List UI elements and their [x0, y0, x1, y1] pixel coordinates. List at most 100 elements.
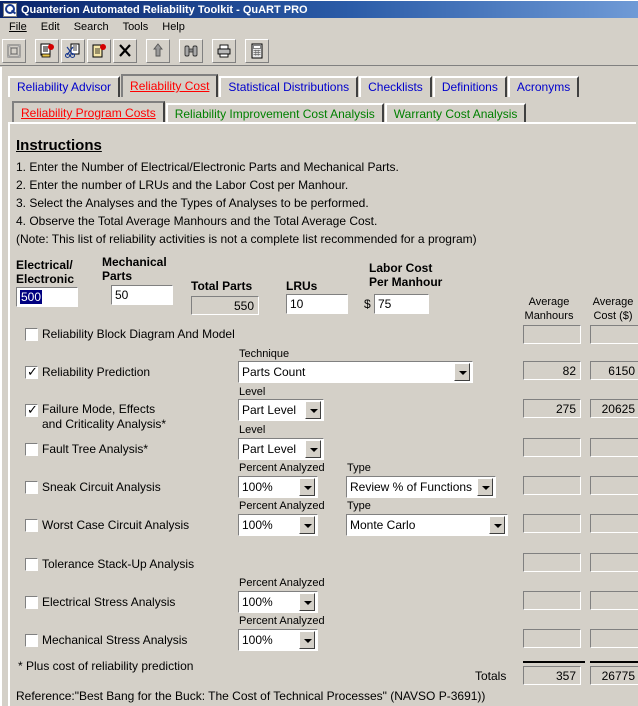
- checkbox-sneak-circuit-analysis[interactable]: [25, 481, 38, 494]
- label-fault-tree-analysis: Fault Tree Analysis*: [42, 442, 149, 456]
- label-type-sneak: Type: [347, 462, 371, 474]
- menu-help-label: Help: [162, 20, 185, 33]
- delete-button[interactable]: [113, 38, 137, 63]
- checkbox-reliability-prediction[interactable]: ✓: [25, 365, 38, 379]
- calculator-button[interactable]: [245, 38, 269, 63]
- manhours-mechanical-stress-analysis: [523, 629, 581, 648]
- print-button[interactable]: [212, 38, 236, 63]
- toolbar-separator-2: [137, 39, 144, 63]
- combo-sneak-percent-analyzed[interactable]: 100%: [238, 476, 318, 498]
- chevron-down-icon[interactable]: [305, 401, 321, 419]
- cost-header-line1: Average: [592, 296, 634, 308]
- calculator-icon: [251, 43, 263, 58]
- instruction-line: 1. Enter the Number of Electrical/Electr…: [16, 160, 399, 174]
- tab-label: Reliability Program Costs: [21, 106, 156, 120]
- chevron-down-icon[interactable]: [299, 593, 315, 611]
- checkbox-fault-tree-analysis[interactable]: [25, 443, 38, 456]
- tab-reliability-program-costs[interactable]: Reliability Program Costs: [12, 101, 165, 124]
- checkbox-electrical-stress-analysis[interactable]: [25, 596, 38, 609]
- tab-checklists[interactable]: Checklists: [359, 76, 432, 97]
- tab-label: Acronyms: [516, 80, 571, 94]
- combo-mechanical-stress-percent-analyzed[interactable]: 100%: [238, 629, 318, 651]
- manhours-electrical-stress-analysis: [523, 591, 581, 610]
- toolbar-separator-3: [170, 39, 177, 63]
- lrus-input[interactable]: 10: [285, 293, 349, 315]
- cost-tolerance-stack-up-analysis: [590, 553, 638, 572]
- tab-label: Reliability Advisor: [17, 80, 112, 94]
- tab-label: Statistical Distributions: [228, 80, 350, 94]
- checkbox-fmeca[interactable]: ✓: [25, 403, 38, 417]
- tab-acronyms[interactable]: Acronyms: [507, 76, 580, 97]
- toolbar-separator-4: [203, 39, 210, 63]
- chevron-down-icon[interactable]: [299, 516, 315, 534]
- mechanical-parts-label: Mechanical Parts: [102, 255, 167, 283]
- tab-reliability-advisor[interactable]: Reliability Advisor: [8, 76, 121, 97]
- menu-item-file[interactable]: File: [2, 20, 34, 35]
- totals-cost-value: 26775: [590, 666, 638, 685]
- tab-reliability-cost[interactable]: Reliability Cost: [121, 74, 219, 97]
- electrical-label-line1: Electrical/: [16, 258, 73, 272]
- checkbox-mechanical-stress-analysis[interactable]: [25, 634, 38, 647]
- combo-sneak-type[interactable]: Review % of Functions: [346, 476, 496, 498]
- chevron-down-icon[interactable]: [454, 363, 470, 381]
- manhours-sneak-circuit-analysis: [523, 476, 581, 495]
- chevron-down-icon[interactable]: [305, 440, 321, 458]
- combo-reliability-prediction-technique[interactable]: Parts Count: [238, 361, 473, 383]
- combo-electrical-stress-percent-analyzed[interactable]: 100%: [238, 591, 318, 613]
- label-worst-case-circuit-analysis: Worst Case Circuit Analysis: [42, 518, 190, 532]
- combo-fault-tree-level[interactable]: Part Level: [238, 438, 324, 460]
- menu-item-help[interactable]: Help: [155, 20, 192, 35]
- combo-fmeca-level[interactable]: Part Level: [238, 399, 324, 421]
- menu-item-edit[interactable]: Edit: [34, 20, 67, 35]
- checkbox-tolerance-stack-up-analysis[interactable]: [25, 558, 38, 571]
- tab-label: Warranty Cost Analysis: [393, 107, 518, 121]
- combo-value: 100%: [242, 480, 273, 494]
- export-button[interactable]: [146, 38, 170, 63]
- label-fmeca-line1: Failure Mode, Effects: [42, 402, 156, 416]
- paste-button[interactable]: [87, 38, 111, 63]
- title-bar: Quanterion Automated Reliability Toolkit…: [0, 0, 638, 18]
- manhours-reliability-block-diagram: [523, 325, 581, 344]
- currency-symbol: $: [364, 297, 371, 311]
- combo-value: Review % of Functions: [350, 480, 473, 494]
- cost-header-line2: Cost ($): [593, 310, 633, 322]
- labor-cost-value: 75: [378, 297, 392, 311]
- labor-cost-input[interactable]: 75: [373, 293, 430, 315]
- footnote-text: * Plus cost of reliability prediction: [18, 659, 194, 673]
- mechanical-parts-input[interactable]: 50: [110, 284, 174, 306]
- tab-reliability-improvement-cost-analysis[interactable]: Reliability Improvement Cost Analysis: [165, 103, 384, 124]
- combo-worst-case-percent-analyzed[interactable]: 100%: [238, 514, 318, 536]
- new-document-icon: [7, 43, 21, 58]
- chevron-down-icon[interactable]: [477, 478, 493, 496]
- combo-value: Monte Carlo: [350, 518, 416, 532]
- cost-sneak-circuit-analysis: [590, 476, 638, 495]
- electrical-parts-input[interactable]: 500: [15, 286, 79, 308]
- tab-definitions[interactable]: Definitions: [432, 76, 507, 97]
- checkbox-worst-case-circuit-analysis[interactable]: [25, 519, 38, 532]
- label-fmeca-line2: and Criticality Analysis*: [42, 417, 167, 431]
- tab-warranty-cost-analysis[interactable]: Warranty Cost Analysis: [384, 103, 527, 124]
- combo-worst-case-type[interactable]: Monte Carlo: [346, 514, 508, 536]
- app-q-icon[interactable]: [3, 2, 17, 17]
- menu-item-search[interactable]: Search: [67, 20, 116, 35]
- average-cost-header: Average Cost ($): [585, 295, 638, 323]
- chevron-down-icon[interactable]: [489, 516, 505, 534]
- new-document-button[interactable]: [2, 38, 26, 63]
- cut-button[interactable]: [61, 38, 85, 63]
- cost-fmeca: 20625: [590, 399, 638, 418]
- chevron-down-icon[interactable]: [299, 631, 315, 649]
- combo-value: Parts Count: [242, 365, 306, 379]
- totals-rule-cost: [590, 661, 638, 663]
- checkbox-reliability-block-diagram[interactable]: [25, 328, 38, 341]
- label-technique: Technique: [239, 348, 290, 360]
- average-manhours-header: Average Manhours: [516, 295, 582, 323]
- find-button[interactable]: [179, 38, 203, 63]
- copy-icon: [40, 43, 54, 57]
- tab-statistical-distributions[interactable]: Statistical Distributions: [219, 76, 359, 97]
- menu-item-tools[interactable]: Tools: [116, 20, 156, 35]
- labor-label-line2: Per Manhour: [369, 275, 443, 289]
- copy-button[interactable]: [35, 38, 59, 63]
- tab-label: Reliability Improvement Cost Analysis: [174, 107, 375, 121]
- chevron-down-icon[interactable]: [299, 478, 315, 496]
- toolbar-separator-1: [26, 39, 33, 63]
